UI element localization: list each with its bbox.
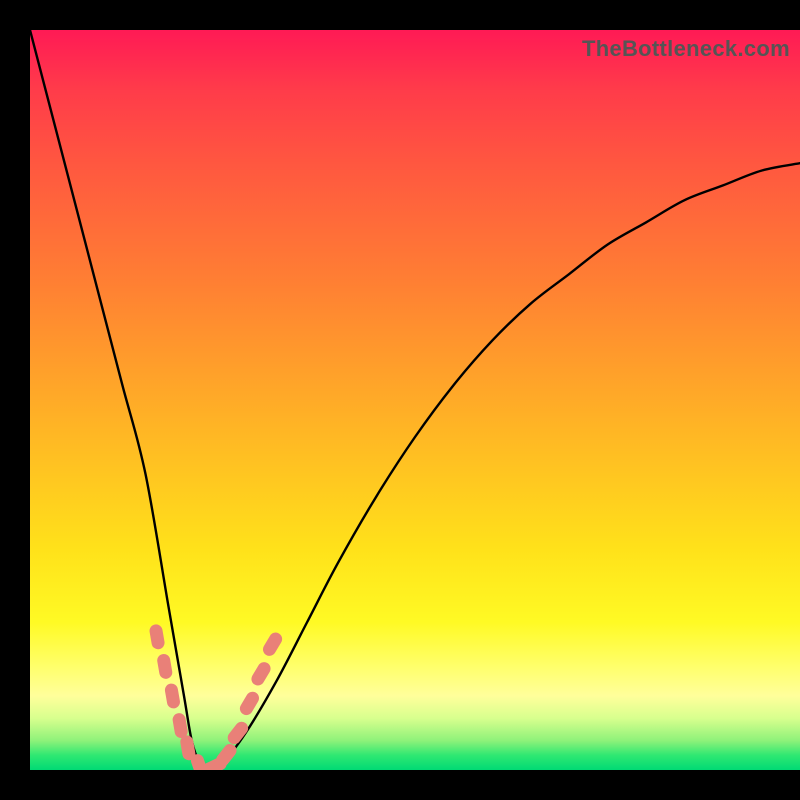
curve-marker [226,720,250,746]
plot-area: TheBottleneck.com [30,30,800,770]
curve-marker [214,742,238,768]
curve-marker [250,660,273,687]
curve-marker [149,624,165,650]
curve-marker [180,735,196,761]
curve-marker [164,683,180,709]
curve-marker [157,654,173,680]
curve-marker [190,753,209,770]
bottleneck-curve [30,30,800,770]
curve-marker [238,690,261,717]
curve-marker [172,713,188,739]
chart-frame: TheBottleneck.com [0,0,800,800]
watermark-label: TheBottleneck.com [582,36,790,62]
curve-marker [201,756,228,770]
curve-marker [261,631,284,658]
